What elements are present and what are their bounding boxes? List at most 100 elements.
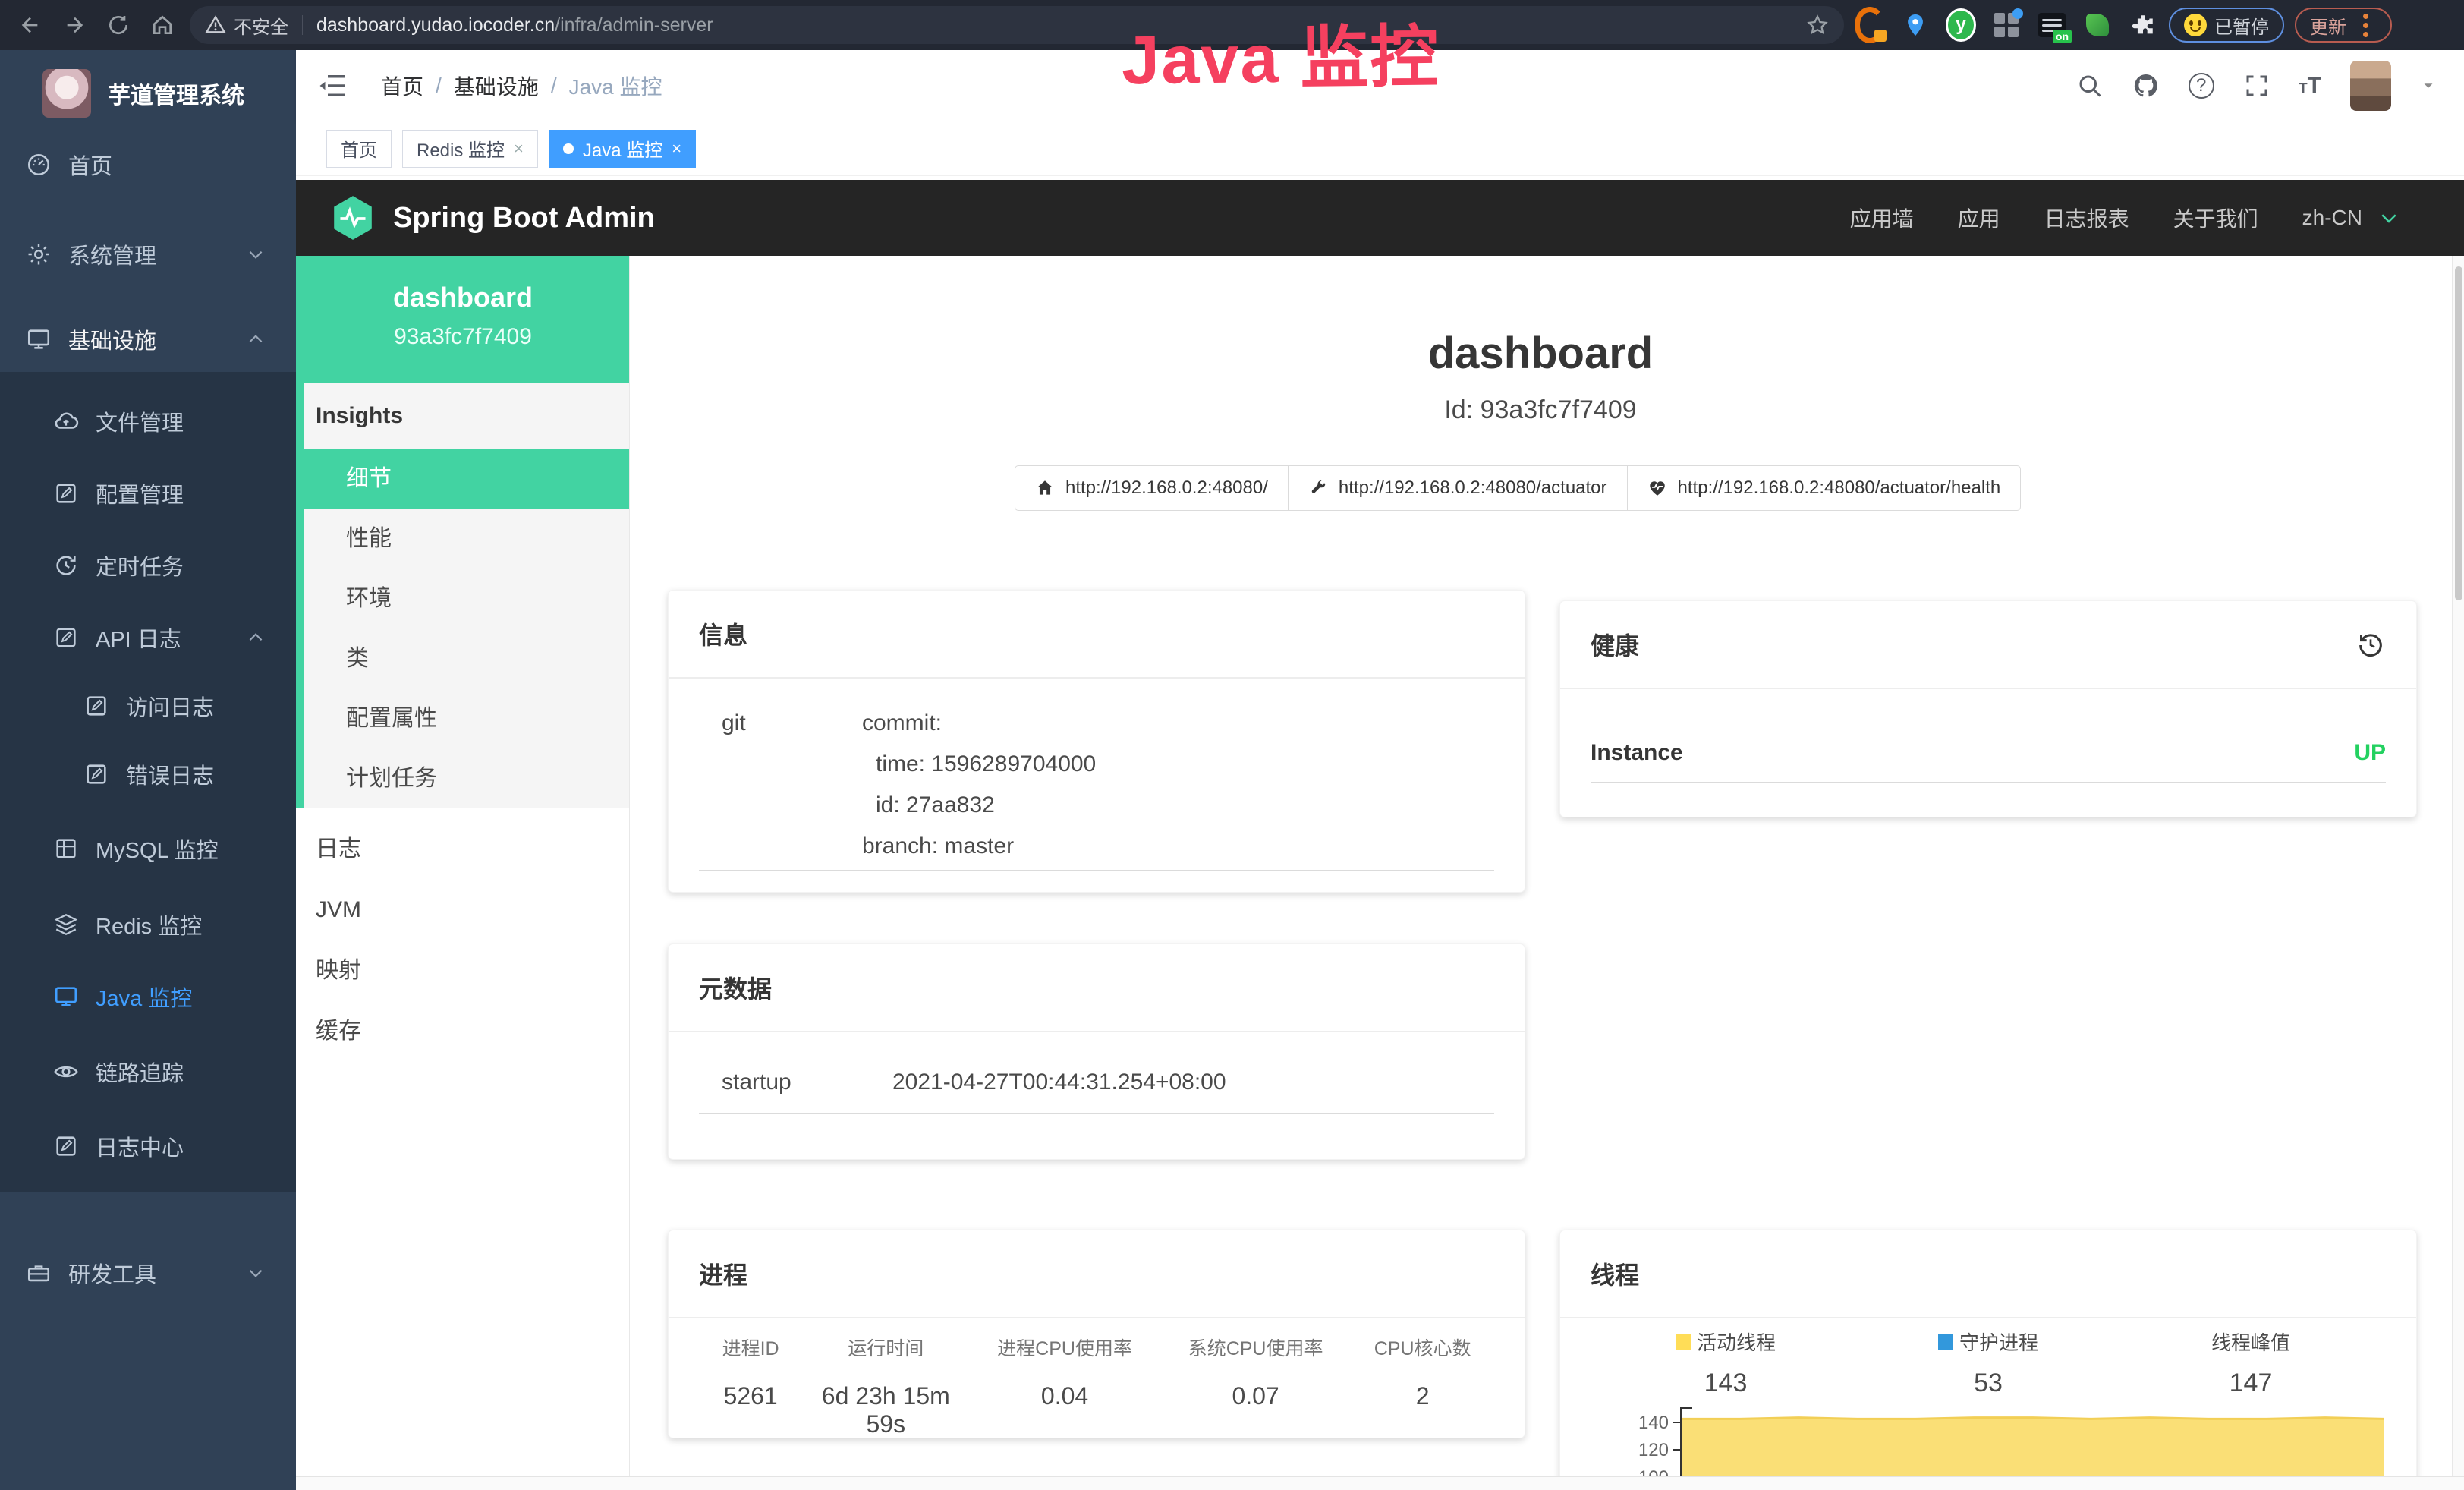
address-bar[interactable]: 不安全 dashboard.yudao.iocoder.cn/infra/adm… <box>190 6 1844 44</box>
sba-nav: 应用墙 应用 日志报表 关于我们 zh-CN <box>1850 203 2400 233</box>
info-card: 信息 git commit: time: 1596289704000 id: 2… <box>668 590 1525 893</box>
divider <box>302 15 303 35</box>
sidebar-item-system[interactable]: 系统管理 <box>0 233 296 276</box>
language-caret-icon[interactable] <box>2377 206 2400 229</box>
extension-y-icon[interactable]: y <box>1946 10 1976 40</box>
threads-card: 线程 活动线程 守护进程 线程峰值 143 53 147 140 120 100 <box>1559 1230 2417 1490</box>
grid-icon <box>53 836 79 862</box>
bookmark-star-icon[interactable] <box>1806 14 1829 36</box>
breadcrumb-home[interactable]: 首页 <box>381 71 423 101</box>
sba-nav-wallboard[interactable]: 应用墙 <box>1850 203 1914 233</box>
app-logo-image <box>42 69 91 118</box>
user-avatar[interactable] <box>2350 61 2391 111</box>
sba-brand[interactable]: Spring Boot Admin <box>393 202 655 235</box>
y-tick-140: 140 <box>1604 1413 1669 1434</box>
extension-grid-icon[interactable] <box>1991 10 2022 40</box>
paused-profile-badge[interactable]: 已暂停 <box>2169 8 2284 43</box>
chevron-down-icon <box>246 244 266 264</box>
extension-list-icon[interactable]: on <box>2037 10 2067 40</box>
sidebar-item-access-log[interactable]: 访问日志 <box>0 685 296 727</box>
threads-legend-values: 143 53 147 <box>1594 1369 2382 1398</box>
hamburger-icon[interactable] <box>317 70 349 102</box>
sba-menu-scheduled-tasks[interactable]: 计划任务 <box>304 748 630 808</box>
divider <box>629 256 630 1476</box>
sidebar-item-config-manage[interactable]: 配置管理 <box>0 472 296 515</box>
sba-nav-applications[interactable]: 应用 <box>1958 203 2000 233</box>
extension-leaf-icon[interactable] <box>2082 10 2113 40</box>
app-logo-row[interactable]: 芋道管理系统 <box>0 67 296 120</box>
sba-menu-config-props[interactable]: 配置属性 <box>304 688 630 748</box>
instance-home-link[interactable]: http://192.168.0.2:48080/ <box>1015 465 1289 511</box>
font-size-icon[interactable]: TT <box>2299 73 2321 99</box>
layers-icon <box>53 912 79 937</box>
sba-menu-caches[interactable]: 缓存 <box>296 1001 630 1062</box>
help-icon[interactable]: ? <box>2189 73 2214 99</box>
fullscreen-icon[interactable] <box>2243 72 2270 99</box>
horizontal-scrollbar-track[interactable] <box>296 1476 2464 1490</box>
monitor-icon <box>26 326 52 352</box>
divider <box>699 1113 1494 1114</box>
avatar-caret-icon[interactable] <box>2420 77 2437 94</box>
sba-menu-environment[interactable]: 环境 <box>304 569 630 628</box>
extensions-row: y on <box>1855 10 2158 40</box>
sidebar-item-error-log[interactable]: 错误日志 <box>0 753 296 795</box>
breadcrumb-infra[interactable]: 基础设施 <box>454 71 539 101</box>
gear-icon <box>26 241 52 267</box>
browser-home-button[interactable] <box>146 8 179 42</box>
navbar-actions: ? TT <box>2076 50 2437 121</box>
sba-nav-language[interactable]: zh-CN <box>2302 206 2362 230</box>
browser-update-button[interactable]: 更新 <box>2295 8 2392 43</box>
sba-menu-section-label: Insights <box>304 383 630 449</box>
sidebar-item-api-log[interactable]: API 日志 <box>0 616 296 659</box>
instance-actuator-link[interactable]: http://192.168.0.2:48080/actuator <box>1288 465 1628 511</box>
emoji-avatar-icon <box>2184 14 2207 36</box>
instance-health-link[interactable]: http://192.168.0.2:48080/actuator/health <box>1627 465 2022 511</box>
sba-nav-about[interactable]: 关于我们 <box>2173 203 2258 233</box>
sba-menu-classes[interactable]: 类 <box>304 628 630 688</box>
browser-forward-button[interactable] <box>58 8 91 42</box>
sidebar-item-mysql-monitor[interactable]: MySQL 监控 <box>0 827 296 870</box>
sidebar-item-dev-tools[interactable]: 研发工具 <box>0 1252 296 1294</box>
sba-menu-logs[interactable]: 日志 <box>296 819 630 880</box>
sba-menu-mappings[interactable]: 映射 <box>296 940 630 1001</box>
page-subtitle: Id: 93a3fc7f7409 <box>630 395 2451 425</box>
sba-instance-header[interactable]: dashboard 93a3fc7f7409 <box>296 256 630 383</box>
eye-icon <box>53 1059 79 1085</box>
edit-icon <box>53 625 79 650</box>
active-dot <box>563 143 574 154</box>
sba-menu-jvm[interactable]: JVM <box>296 880 630 940</box>
browser-back-button[interactable] <box>14 8 47 42</box>
extension-pin-icon[interactable] <box>1900 10 1931 40</box>
sidebar-item-log-center[interactable]: 日志中心 <box>0 1125 296 1167</box>
tag-redis-monitor[interactable]: Redis 监控× <box>402 130 538 168</box>
sidebar-item-file-manage[interactable]: 文件管理 <box>0 400 296 443</box>
vertical-scrollbar-track[interactable] <box>2452 256 2464 1476</box>
info-card-title: 信息 <box>699 616 747 651</box>
github-icon[interactable] <box>2132 72 2160 99</box>
close-icon[interactable]: × <box>514 140 524 157</box>
monitor-icon <box>53 984 79 1010</box>
tag-java-monitor[interactable]: Java 监控× <box>549 130 696 168</box>
history-icon[interactable] <box>2355 629 2386 660</box>
tag-home[interactable]: 首页 <box>326 130 392 168</box>
sba-menu-details[interactable]: 细节 <box>304 449 630 509</box>
close-icon[interactable]: × <box>672 140 681 157</box>
sidebar-item-infra[interactable]: 基础设施 <box>0 318 296 361</box>
browser-reload-button[interactable] <box>102 8 135 42</box>
browser-menu-icon[interactable] <box>2354 14 2377 37</box>
sidebar-item-java-monitor[interactable]: Java 监控 <box>0 975 296 1018</box>
extension-c-icon[interactable] <box>1855 10 1885 40</box>
sidebar-item-scheduled-jobs[interactable]: 定时任务 <box>0 544 296 587</box>
breadcrumb: 首页 / 基础设施 / Java 监控 <box>381 50 662 121</box>
extensions-puzzle-icon[interactable] <box>2128 10 2158 40</box>
sidebar-item-tracing[interactable]: 链路追踪 <box>0 1051 296 1093</box>
search-icon[interactable] <box>2076 72 2104 99</box>
sidebar-item-home[interactable]: 首页 <box>0 143 296 186</box>
sba-menu-metrics[interactable]: 性能 <box>304 509 630 569</box>
metadata-card: 元数据 startup 2021-04-27T00:44:31.254+08:0… <box>668 943 1525 1160</box>
security-label[interactable]: 不安全 <box>234 12 288 39</box>
sidebar-item-redis-monitor[interactable]: Redis 监控 <box>0 903 296 946</box>
vertical-scrollbar-thumb[interactable] <box>2455 266 2462 600</box>
legend-daemon-swatch <box>1938 1334 1953 1350</box>
sba-nav-journal[interactable]: 日志报表 <box>2044 203 2129 233</box>
